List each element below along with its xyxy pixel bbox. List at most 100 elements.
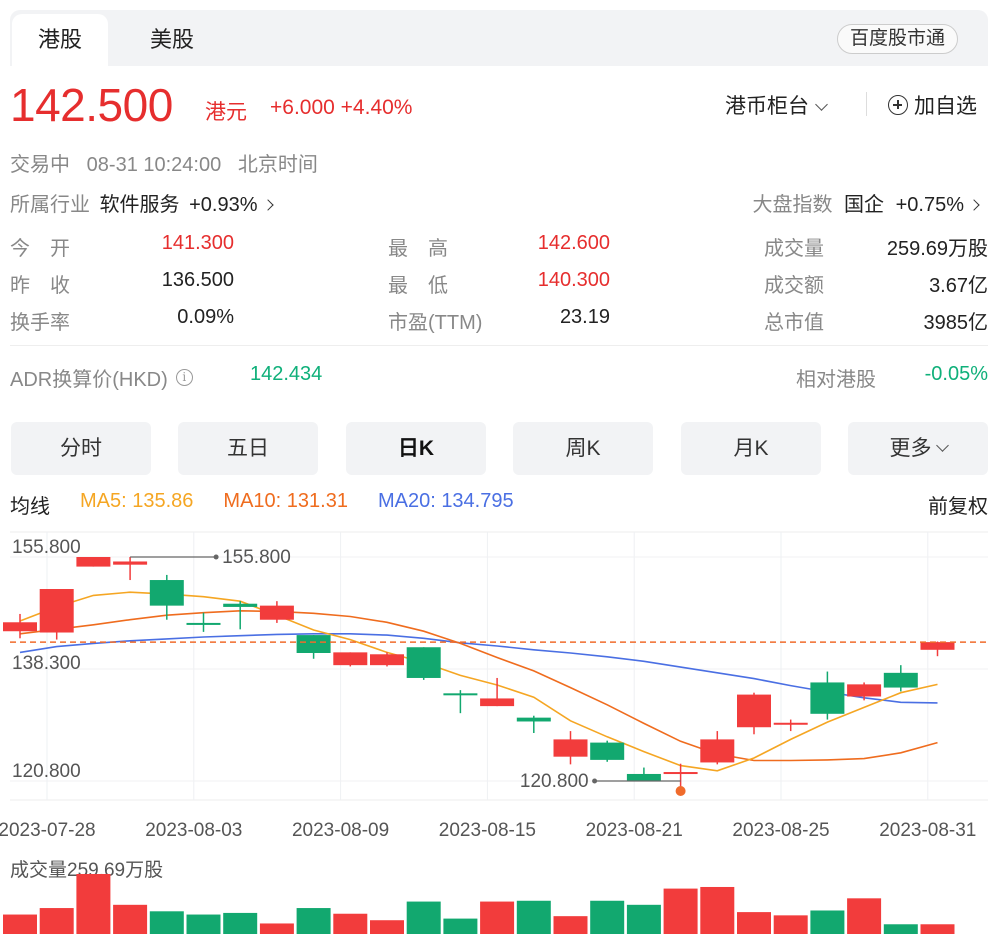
- mktcap-value: 3985亿: [923, 312, 989, 334]
- tab-intraday[interactable]: 分时: [11, 422, 151, 475]
- index-link[interactable]: 大盘指数 国企 +0.75%: [752, 188, 980, 217]
- tab-hk-stock[interactable]: 港股: [12, 14, 108, 66]
- ma10-line: [19, 609, 938, 762]
- ma5-line: [19, 591, 938, 772]
- turnover-rate-label: 换手率: [10, 312, 70, 334]
- x-axis-tick-label: 2023-07-28: [0, 820, 96, 841]
- ma5-value: MA5: 135.86: [80, 490, 194, 512]
- candle-body: [333, 652, 368, 666]
- price-change-value: +6.000: [270, 96, 335, 119]
- status-timezone: 北京时间: [237, 154, 318, 176]
- counter-selector[interactable]: 港币柜台: [725, 90, 828, 120]
- candle-body: [737, 694, 771, 728]
- candle-body: [149, 580, 184, 606]
- candle-body: [113, 561, 148, 565]
- tab-more-label: 更多: [889, 437, 932, 460]
- baidu-stock-link[interactable]: 百度股市通: [836, 24, 958, 54]
- candle-body: [296, 635, 331, 653]
- candle-body: [406, 647, 441, 678]
- y-axis-tick-label: 138.300: [12, 653, 81, 674]
- x-axis-tick-label: 2023-08-31: [879, 820, 976, 841]
- volume-bar: [516, 900, 551, 934]
- candle-body: [443, 693, 478, 696]
- divider: [10, 345, 988, 346]
- info-icon[interactable]: i: [175, 369, 193, 386]
- candle-body: [590, 742, 625, 760]
- volume-bar: [186, 914, 221, 934]
- min-annotation-dot: [592, 778, 598, 784]
- volume-bar: [76, 874, 111, 934]
- chevron-right-icon: [968, 199, 980, 211]
- mktcap-label: 总市值: [764, 312, 824, 334]
- status-text: 交易中: [10, 154, 70, 176]
- candle-body: [370, 654, 404, 666]
- amount-label: 成交额: [764, 275, 824, 297]
- prev-close-label: 昨 收: [10, 275, 70, 297]
- pe-label: 市盈(TTM): [388, 312, 483, 334]
- open-label: 今 开: [10, 238, 70, 260]
- volume-bar: [480, 901, 515, 934]
- chevron-right-icon: [261, 199, 274, 211]
- candle-body: [259, 605, 294, 620]
- industry-label: 所属行业: [10, 194, 90, 216]
- volume-bar: [113, 904, 148, 934]
- volume-bar: [223, 912, 258, 934]
- candle-body: [480, 698, 515, 707]
- x-axis-tick-label: 2023-08-25: [732, 820, 829, 841]
- x-axis-tick-label: 2023-08-09: [292, 820, 389, 841]
- volume-bar: [149, 911, 184, 934]
- volume-bar: [443, 918, 478, 934]
- volume-bar: [333, 913, 368, 934]
- y-axis-tick-label: 120.800: [12, 761, 81, 782]
- amount-value: 3.67亿: [929, 275, 988, 297]
- volume-bar: [553, 916, 588, 934]
- prev-close-value: 136.500: [161, 269, 234, 291]
- min-annotation-label: 120.800: [520, 771, 589, 792]
- divider: [866, 92, 867, 116]
- chevron-down-icon: [815, 98, 828, 111]
- ma20-value: MA20: 134.795: [377, 490, 514, 512]
- tab-five-day[interactable]: 五日: [178, 422, 318, 475]
- ma-legend: 均线 MA5: 135.86 MA10: 131.31 MA20: 134.79…: [10, 490, 514, 519]
- volume-bar: [663, 888, 698, 934]
- volume-bar: [773, 915, 808, 934]
- tab-weekly-k[interactable]: 周K: [513, 422, 653, 475]
- tab-more[interactable]: 更多: [848, 422, 988, 475]
- volume-bar: [737, 912, 771, 934]
- relative-hk-label: 相对港股: [796, 369, 876, 391]
- price-change: +6.000 +4.40%: [270, 96, 412, 120]
- tab-daily-k[interactable]: 日K: [346, 422, 486, 475]
- tab-monthly-k[interactable]: 月K: [681, 422, 821, 475]
- max-annotation-label: 155.800: [222, 547, 291, 568]
- volume-bar: [920, 924, 955, 934]
- low-label: 最 低: [388, 275, 448, 297]
- volume-bar: [847, 898, 882, 934]
- candle-body: [847, 684, 882, 697]
- adjust-mode-button[interactable]: 前复权: [928, 490, 988, 519]
- adr-label-text: ADR换算价(HKD): [10, 369, 168, 391]
- volume-bar: [406, 901, 441, 934]
- candle-body: [516, 717, 551, 722]
- min-marker-dot: [675, 786, 686, 796]
- candle-body: [186, 622, 221, 625]
- y-axis-tick-label: 155.800: [12, 537, 81, 558]
- chevron-down-icon: [935, 439, 949, 452]
- max-annotation-dot: [213, 554, 219, 560]
- industry-link[interactable]: 所属行业 软件服务 +0.93%: [10, 188, 274, 217]
- status-datetime: 08-31 10:24:00: [86, 154, 222, 176]
- volume-bar: [590, 900, 625, 934]
- volume-bar: [39, 908, 74, 934]
- open-value: 141.300: [161, 232, 234, 254]
- candle-body: [663, 772, 698, 775]
- add-watchlist-label: 加自选: [914, 95, 977, 118]
- add-watchlist-button[interactable]: 加自选: [888, 90, 977, 120]
- candlestick-chart[interactable]: 155.800 138.300 120.800 2023-07-28 2023-08-0…: [0, 530, 1000, 845]
- turnover-rate-value: 0.09%: [177, 306, 234, 328]
- x-axis-tick-label: 2023-08-21: [586, 820, 683, 841]
- volume-bar: [370, 920, 404, 934]
- pe-value: 23.19: [559, 306, 610, 328]
- tab-us-stock[interactable]: 美股: [122, 14, 222, 66]
- volume-bar: [259, 923, 294, 934]
- candle-body: [883, 672, 918, 688]
- adr-label: ADR换算价(HKD) i: [10, 363, 193, 392]
